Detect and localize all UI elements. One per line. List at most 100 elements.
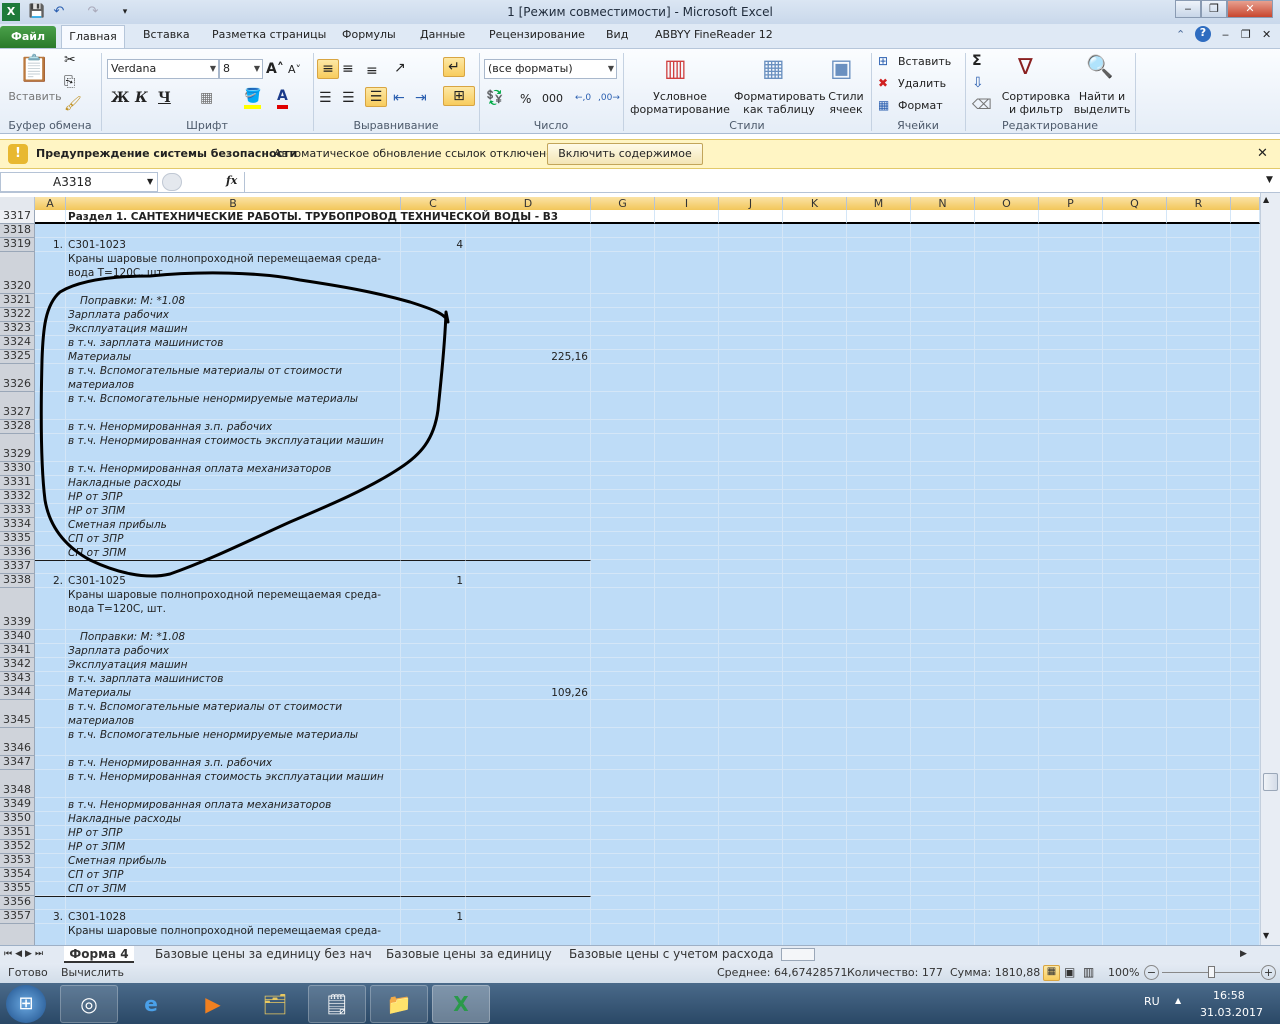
cell-d[interactable] xyxy=(466,630,591,644)
column-header-J[interactable]: J xyxy=(719,197,783,210)
cell-empty[interactable] xyxy=(655,392,719,420)
currency-format-icon[interactable]: 💱 xyxy=(486,89,503,107)
cell-d[interactable] xyxy=(466,658,591,672)
cell-empty[interactable] xyxy=(1103,518,1167,532)
horizontal-scroll-thumb[interactable] xyxy=(781,948,815,961)
cell-empty[interactable] xyxy=(1231,770,1260,798)
cell-empty[interactable] xyxy=(1167,728,1231,756)
cell-empty[interactable] xyxy=(591,658,655,672)
cell-c[interactable] xyxy=(401,476,466,490)
cell-empty[interactable] xyxy=(975,210,1039,224)
delete-cells-icon[interactable]: ✖ xyxy=(878,74,888,92)
column-header-partial[interactable] xyxy=(1231,197,1260,210)
cell-empty[interactable] xyxy=(975,252,1039,294)
cell-a[interactable] xyxy=(35,420,66,434)
cell-c[interactable] xyxy=(401,658,466,672)
cell-d[interactable] xyxy=(466,588,591,630)
cell-empty[interactable] xyxy=(1103,252,1167,294)
cell-d[interactable] xyxy=(466,532,591,546)
cell-d[interactable] xyxy=(466,868,591,882)
cell-empty[interactable] xyxy=(591,476,655,490)
clear-icon[interactable]: ⌫ xyxy=(972,96,992,114)
cell-a[interactable] xyxy=(35,728,66,756)
cell-empty[interactable] xyxy=(1167,644,1231,658)
cell-empty[interactable] xyxy=(1039,630,1103,644)
cell-empty[interactable] xyxy=(1167,868,1231,882)
find-select-icon[interactable]: 🔍 xyxy=(1086,53,1113,83)
cell-b[interactable]: Поправки: М: *1.08 xyxy=(66,630,401,644)
cell-a[interactable] xyxy=(35,700,66,728)
cell-empty[interactable] xyxy=(655,854,719,868)
cell-a[interactable] xyxy=(35,336,66,350)
cell-empty[interactable] xyxy=(591,434,655,462)
cell-empty[interactable] xyxy=(1231,434,1260,462)
zoom-level[interactable]: 100% xyxy=(1108,966,1139,979)
cell-empty[interactable] xyxy=(1231,350,1260,364)
cell-empty[interactable] xyxy=(1167,504,1231,518)
cell-empty[interactable] xyxy=(975,364,1039,392)
cell-empty[interactable] xyxy=(911,574,975,588)
doc-minimize-icon[interactable]: ‒ xyxy=(1222,28,1229,41)
cell-empty[interactable] xyxy=(655,882,719,896)
cell-empty[interactable] xyxy=(975,728,1039,756)
cell-empty[interactable] xyxy=(975,476,1039,490)
cell-empty[interactable] xyxy=(847,658,911,672)
page-layout-view-icon[interactable]: ▣ xyxy=(1064,965,1075,979)
cell-empty[interactable] xyxy=(975,532,1039,546)
cell-empty[interactable] xyxy=(847,350,911,364)
cell-empty[interactable] xyxy=(719,476,783,490)
cell-a[interactable] xyxy=(35,308,66,322)
cell-d[interactable] xyxy=(466,560,591,574)
cell-empty[interactable] xyxy=(975,672,1039,686)
cell-b[interactable]: Краны шаровые полнопроходной перемещаема… xyxy=(66,924,401,945)
cell-empty[interactable] xyxy=(975,756,1039,770)
cell-d[interactable] xyxy=(466,798,591,812)
cell-d[interactable] xyxy=(466,462,591,476)
cell-a[interactable] xyxy=(35,224,66,238)
cell-d[interactable] xyxy=(466,672,591,686)
cell-empty[interactable] xyxy=(783,308,847,322)
cell-empty[interactable] xyxy=(783,504,847,518)
increase-indent-icon[interactable]: ⇥ xyxy=(415,89,427,107)
cell-empty[interactable] xyxy=(591,322,655,336)
column-header-G[interactable]: G xyxy=(591,197,655,210)
cell-a[interactable] xyxy=(35,532,66,546)
cell-empty[interactable] xyxy=(783,728,847,756)
cell-empty[interactable] xyxy=(1231,224,1260,238)
row-header[interactable]: 3318 xyxy=(0,223,35,238)
cell-d[interactable] xyxy=(466,700,591,728)
tray-expand-icon[interactable]: ▲ xyxy=(1175,996,1181,1005)
cell-empty[interactable] xyxy=(1039,364,1103,392)
media-player-taskbar-icon[interactable]: ▶ xyxy=(184,985,242,1023)
cell-empty[interactable] xyxy=(911,462,975,476)
cell-empty[interactable] xyxy=(1231,798,1260,812)
cell-empty[interactable] xyxy=(719,420,783,434)
cell-empty[interactable] xyxy=(1167,574,1231,588)
cell-empty[interactable] xyxy=(1167,924,1231,945)
cell-a[interactable]: 3. xyxy=(35,910,66,924)
cell-empty[interactable] xyxy=(1039,462,1103,476)
cell-empty[interactable] xyxy=(847,812,911,826)
paste-icon[interactable]: 📋 xyxy=(18,53,50,85)
cell-empty[interactable] xyxy=(783,392,847,420)
row-header[interactable]: 3352 xyxy=(0,839,35,854)
cell-c[interactable] xyxy=(401,700,466,728)
row-header[interactable]: 3339 xyxy=(0,588,35,630)
cell-empty[interactable] xyxy=(591,924,655,945)
cell-empty[interactable] xyxy=(783,770,847,798)
cell-empty[interactable] xyxy=(1103,574,1167,588)
cell-empty[interactable] xyxy=(1231,364,1260,392)
cell-empty[interactable] xyxy=(591,756,655,770)
cell-empty[interactable] xyxy=(719,658,783,672)
cell-empty[interactable] xyxy=(1231,672,1260,686)
cell-empty[interactable] xyxy=(1167,476,1231,490)
cell-empty[interactable] xyxy=(655,490,719,504)
cell-c[interactable] xyxy=(401,588,466,630)
cell-empty[interactable] xyxy=(1103,434,1167,462)
cell-b[interactable]: Раздел 1. САНТЕХНИЧЕСКИЕ РАБОТЫ. ТРУБОПР… xyxy=(66,210,591,224)
copy-icon[interactable]: ⎘ xyxy=(64,73,75,91)
cell-empty[interactable] xyxy=(975,924,1039,945)
cell-empty[interactable] xyxy=(783,294,847,308)
cell-empty[interactable] xyxy=(847,504,911,518)
cell-empty[interactable] xyxy=(719,574,783,588)
